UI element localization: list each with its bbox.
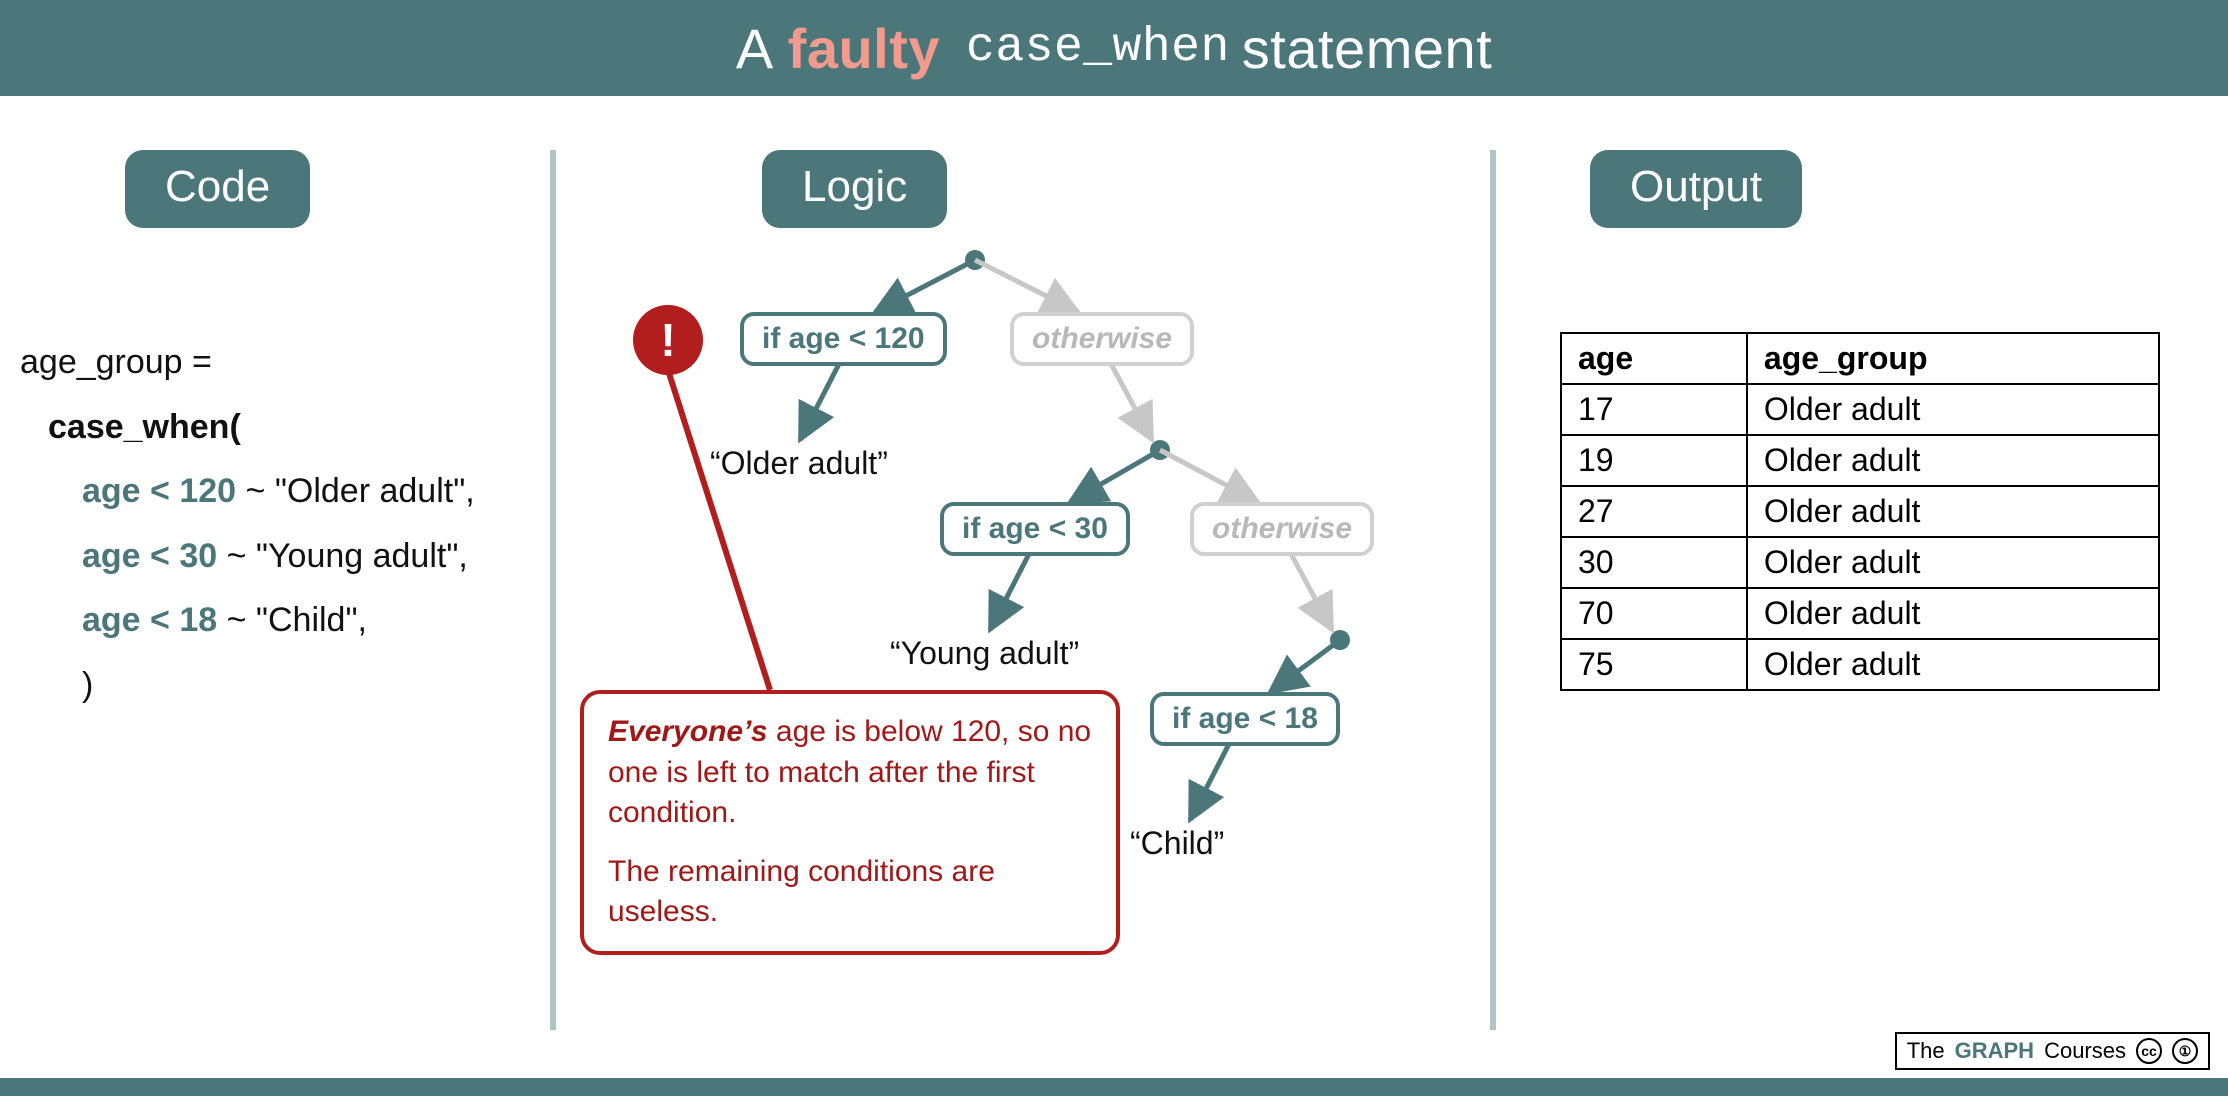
code-value-0: "Older adult",: [275, 472, 475, 510]
divider-2: [1490, 150, 1496, 1030]
logic-cond-3: if age < 18: [1150, 692, 1340, 746]
code-cond-0: age < 120: [82, 472, 236, 510]
cell-group: Older adult: [1747, 486, 2159, 537]
section-pill-logic: Logic: [762, 150, 947, 228]
cell-group: Older adult: [1747, 588, 2159, 639]
section-pill-output: Output: [1590, 150, 1802, 228]
code-arm-1: age < 30 ~ "Young adult",: [82, 524, 510, 589]
th-age-group: age_group: [1747, 333, 2159, 384]
code-value-2: "Child",: [256, 601, 367, 639]
cell-group: Older adult: [1747, 384, 2159, 435]
table-row: 75Older adult: [1561, 639, 2159, 690]
callout-em: Everyone’s: [608, 715, 768, 748]
warning-icon: !: [633, 305, 703, 375]
cell-group: Older adult: [1747, 435, 2159, 486]
attr-pre: The: [1907, 1038, 1945, 1064]
title-cw: case_when: [966, 21, 1230, 75]
title-bar: A faulty case_when statement: [0, 0, 2228, 96]
cell-age: 19: [1561, 435, 1747, 486]
code-close: ): [82, 653, 510, 718]
logic-cond-2: if age < 30: [940, 502, 1130, 556]
th-age: age: [1561, 333, 1747, 384]
title-faulty: faulty: [788, 16, 940, 81]
callout-line-2: The remaining conditions are useless.: [608, 852, 1092, 933]
table-row: 70Older adult: [1561, 588, 2159, 639]
code-value-1: "Young adult",: [256, 537, 468, 575]
logic-otherwise-1: otherwise: [1010, 312, 1194, 366]
code-cond-1: age < 30: [82, 537, 217, 575]
code-block: age_group = case_when( age < 120 ~ "Olde…: [20, 330, 510, 718]
cell-age: 70: [1561, 588, 1747, 639]
cell-age: 27: [1561, 486, 1747, 537]
code-fn: case_when(: [48, 395, 510, 460]
callout-line-1: Everyone’s age is below 120, so no one i…: [608, 712, 1092, 834]
title-post: statement: [1242, 16, 1492, 81]
cc-icon: cc: [2136, 1038, 2162, 1064]
title-pre: A: [736, 16, 774, 81]
logic-otherwise-2: otherwise: [1190, 502, 1374, 556]
table-row: 30Older adult: [1561, 537, 2159, 588]
table-header-row: age age_group: [1561, 333, 2159, 384]
logic-leaf-2: “Young adult”: [890, 635, 1079, 672]
attr-post: Courses: [2044, 1038, 2126, 1064]
code-tilde-2: ~: [217, 601, 256, 639]
table-row: 17Older adult: [1561, 384, 2159, 435]
warning-callout: Everyone’s age is below 120, so no one i…: [580, 690, 1120, 955]
cell-group: Older adult: [1747, 537, 2159, 588]
divider-1: [550, 150, 556, 1030]
table-row: 19Older adult: [1561, 435, 2159, 486]
output-table: age age_group 17Older adult 19Older adul…: [1560, 332, 2160, 691]
cell-age: 30: [1561, 537, 1747, 588]
code-cond-2: age < 18: [82, 601, 217, 639]
code-assign: age_group =: [20, 330, 510, 395]
logic-diagram: ! if age < 120 otherwise “Older adult” i…: [590, 240, 1460, 1020]
code-tilde-0: ~: [236, 472, 275, 510]
cell-age: 75: [1561, 639, 1747, 690]
cell-group: Older adult: [1747, 639, 2159, 690]
logic-leaf-1: “Older adult”: [710, 445, 888, 482]
callout-spacer: [608, 834, 1092, 852]
code-arm-0: age < 120 ~ "Older adult",: [82, 459, 510, 524]
attr-graph: GRAPH: [1955, 1038, 2034, 1064]
logic-leaf-3: “Child”: [1130, 825, 1224, 862]
code-arm-2: age < 18 ~ "Child",: [82, 588, 510, 653]
by-icon: ①: [2172, 1038, 2198, 1064]
logic-cond-1: if age < 120: [740, 312, 947, 366]
code-tilde-1: ~: [217, 537, 256, 575]
section-pill-code: Code: [125, 150, 310, 228]
table-row: 27Older adult: [1561, 486, 2159, 537]
attribution: The GRAPH Courses cc ①: [1895, 1032, 2210, 1070]
cell-age: 17: [1561, 384, 1747, 435]
bottom-bar: [0, 1078, 2228, 1096]
